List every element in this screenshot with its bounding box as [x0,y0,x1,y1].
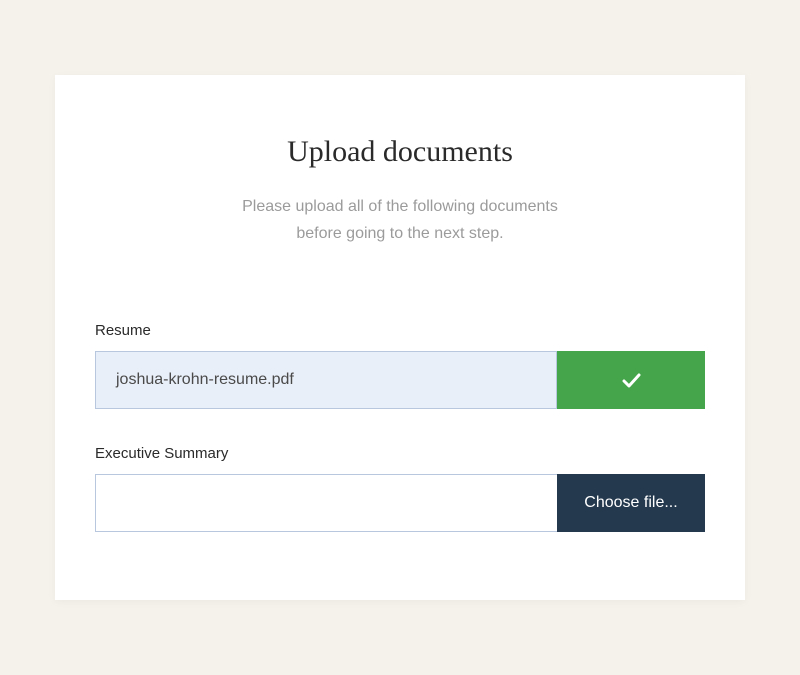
check-icon [619,368,643,392]
resume-field: Resume joshua-krohn-resume.pdf [95,322,705,409]
resume-file-input[interactable]: joshua-krohn-resume.pdf [95,351,557,409]
choose-file-button[interactable]: Choose file... [557,474,705,532]
executive-summary-label: Executive Summary [95,445,705,462]
resume-file-row: joshua-krohn-resume.pdf [95,351,705,409]
subtitle-line-2: before going to the next step. [296,225,503,242]
resume-label: Resume [95,322,705,339]
resume-filename: joshua-krohn-resume.pdf [116,371,294,389]
upload-card: Upload documents Please upload all of th… [55,75,745,600]
resume-success-button[interactable] [557,351,705,409]
executive-summary-file-input[interactable] [95,474,557,532]
page-title: Upload documents [95,135,705,169]
subtitle-line-1: Please upload all of the following docum… [242,198,558,215]
executive-summary-file-row: Choose file... [95,474,705,532]
page-subtitle: Please upload all of the following docum… [95,193,705,247]
executive-summary-field: Executive Summary Choose file... [95,445,705,532]
